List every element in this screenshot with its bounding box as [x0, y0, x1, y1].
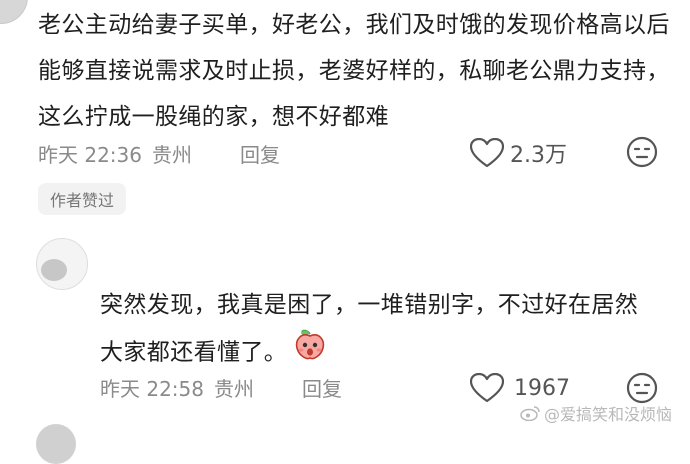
comment-location: 贵州 [214, 376, 254, 401]
avatar[interactable] [36, 238, 88, 290]
comment-time: 昨天 22:36 [38, 142, 142, 167]
dislike-button[interactable] [626, 136, 658, 172]
comment-location: 贵州 [152, 142, 192, 167]
heart-icon [470, 373, 504, 403]
reply-button[interactable]: 回复 [240, 139, 280, 168]
comment-time: 昨天 22:58 [100, 376, 204, 401]
watermark-text: @爱搞笑和没烦恼 [543, 405, 672, 424]
weibo-icon [520, 406, 540, 421]
watermark: @爱搞笑和没烦恼 [520, 401, 672, 425]
heart-icon [470, 138, 504, 168]
like-button[interactable]: 1967 [470, 373, 570, 403]
reply-button[interactable]: 回复 [302, 373, 342, 402]
comment-text: 突然发现，我真是困了，一堆错别字，不过好在居然大家都还看懂了。 [100, 282, 660, 378]
like-button[interactable]: 2.3万 [470, 137, 567, 169]
author-liked-badge: 作者赞过 [38, 183, 127, 215]
avatar[interactable] [36, 424, 76, 464]
comment-meta: 昨天 22:58 贵州 回复 [100, 372, 342, 402]
peach-emoji-icon [293, 328, 327, 378]
dislike-face-icon [626, 372, 658, 404]
comment-text: 老公主动给妻子买单，好老公，我们及时饿的发现价格高以后能够直接说需求及时止损，老… [38, 12, 670, 130]
avatar[interactable] [0, 0, 28, 24]
like-count: 1967 [514, 375, 570, 401]
comment-text-content: 突然发现，我真是困了，一堆错别字，不过好在居然大家都还看懂了。 [100, 292, 639, 366]
dislike-face-icon [626, 136, 658, 168]
like-count: 2.3万 [510, 143, 567, 168]
comment-meta: 昨天 22:36 贵州 回复 [38, 138, 280, 168]
